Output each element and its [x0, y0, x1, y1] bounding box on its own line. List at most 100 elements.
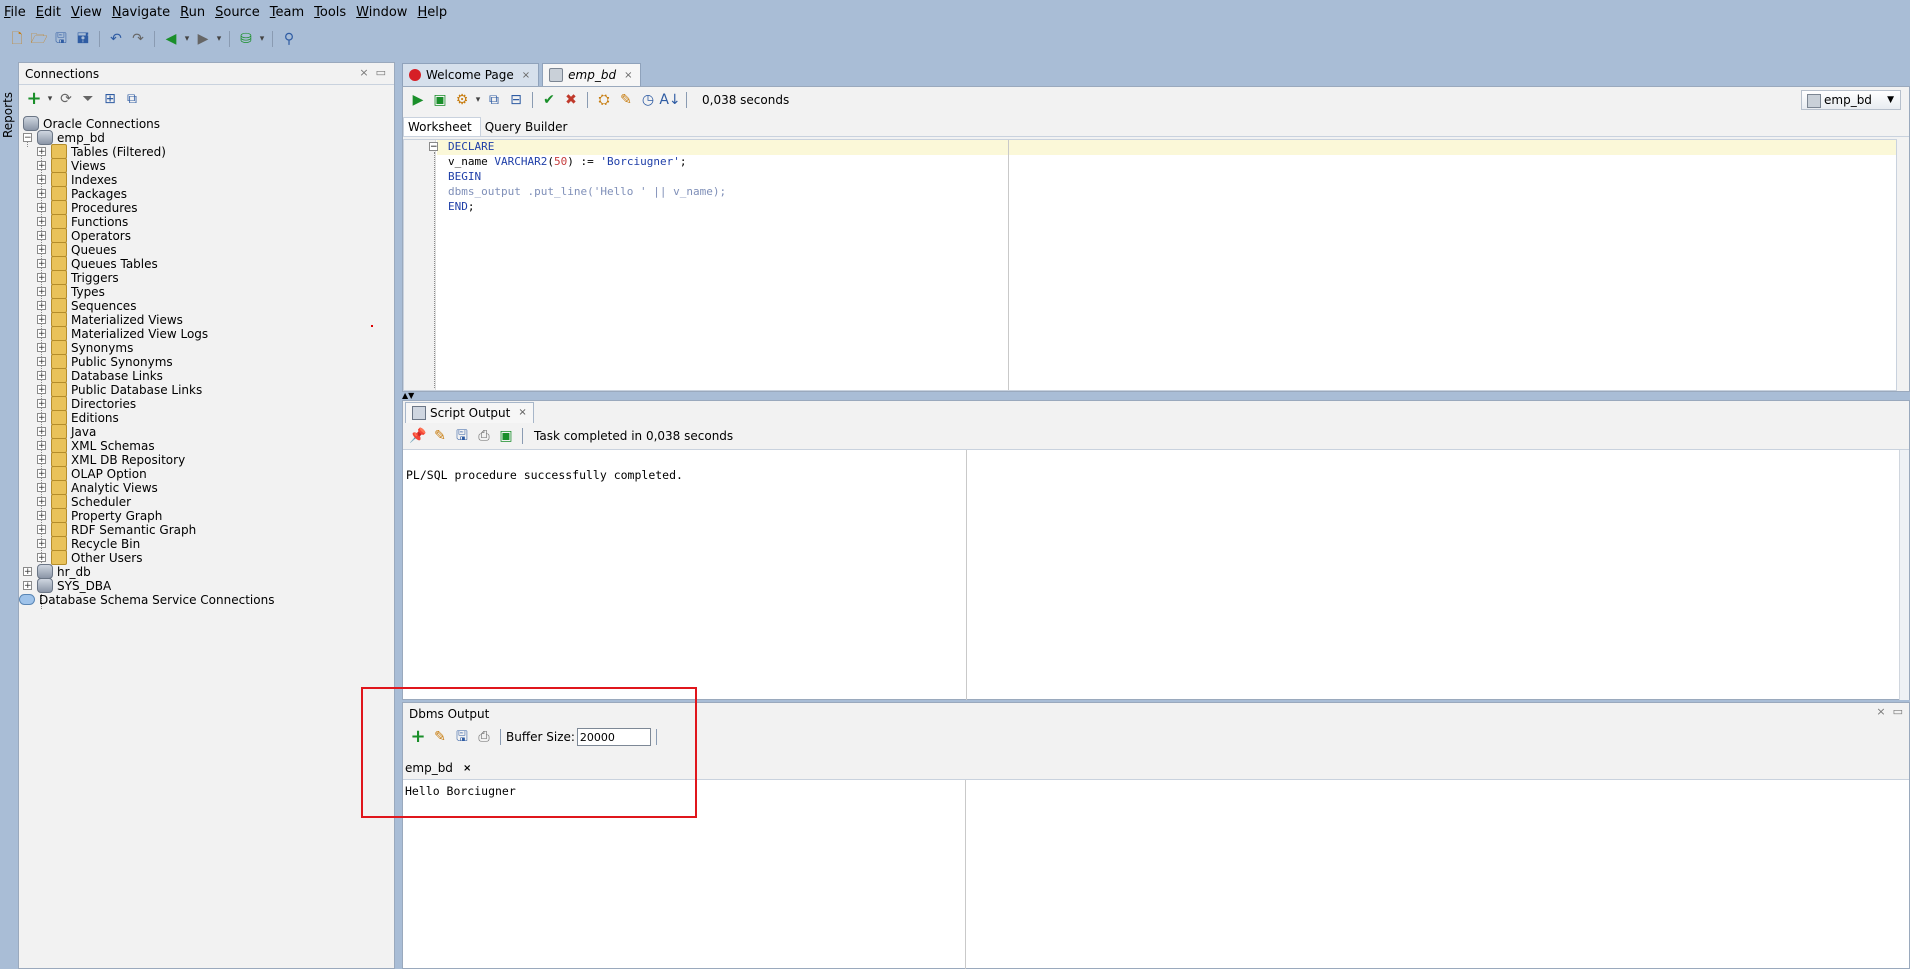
history-icon[interactable]: ◷: [637, 90, 659, 110]
expand-icon[interactable]: +: [37, 315, 46, 325]
expand-icon[interactable]: +: [37, 217, 46, 227]
panel-controls[interactable]: × ▭: [1876, 705, 1903, 718]
tab-emp-bd[interactable]: emp_bd ×: [542, 63, 642, 86]
expand-icon[interactable]: +: [37, 357, 46, 367]
undo-icon[interactable]: ↶: [105, 29, 127, 49]
menu-tools[interactable]: Tools: [310, 5, 352, 20]
close-icon[interactable]: ×: [522, 70, 530, 81]
eraser-icon[interactable]: ✎: [429, 426, 451, 446]
splitter-arrows-icon[interactable]: ▲▼: [402, 392, 432, 400]
expand-icon[interactable]: +: [37, 231, 46, 241]
save-icon[interactable]: 🖫: [451, 426, 473, 446]
to-upper-icon[interactable]: A↓: [659, 90, 681, 110]
expand-icon[interactable]: +: [37, 385, 46, 395]
expand-icon[interactable]: +: [37, 175, 46, 185]
clear-icon[interactable]: ✎: [615, 90, 637, 110]
expand-icon[interactable]: +: [37, 161, 46, 171]
sql-dropdown-icon[interactable]: ▾: [257, 34, 267, 44]
run-statement-icon[interactable]: ▶: [407, 90, 429, 110]
close-icon[interactable]: ×: [518, 407, 526, 418]
expand-icon[interactable]: +: [23, 567, 32, 577]
expand-icon[interactable]: +: [37, 539, 46, 549]
print-icon[interactable]: ⎙: [473, 426, 495, 446]
expand-icon[interactable]: +: [37, 245, 46, 255]
tab-label: emp_bd: [568, 68, 617, 82]
commit-icon[interactable]: ✔: [538, 90, 560, 110]
expand-icon[interactable]: +: [37, 259, 46, 269]
panel-controls[interactable]: × ▭: [359, 66, 386, 79]
collapse-all-icon[interactable]: ⧉: [121, 89, 143, 109]
menu-navigate[interactable]: Navigate: [108, 5, 176, 20]
script-output-area[interactable]: PL/SQL procedure successfully completed.: [403, 449, 1909, 700]
reports-tab[interactable]: Reports: [0, 80, 16, 150]
sql-worksheet-icon[interactable]: ⛁: [235, 29, 257, 49]
menu-file[interactable]: File: [0, 5, 32, 20]
tree-schema-service[interactable]: Database Schema Service Connections: [19, 591, 274, 608]
redo-icon[interactable]: ↷: [127, 29, 149, 49]
expand-icon[interactable]: +: [37, 413, 46, 423]
back-icon[interactable]: ◀: [160, 29, 182, 49]
menu-window[interactable]: Window: [352, 5, 413, 20]
autotrace-dropdown-icon[interactable]: ▾: [473, 95, 483, 105]
open-folder-icon[interactable]: 🗁: [28, 29, 50, 49]
menu-run[interactable]: Run: [176, 5, 211, 20]
connection-select[interactable]: emp_bd ▼: [1801, 90, 1901, 110]
pin-icon[interactable]: 📌: [407, 426, 429, 446]
forward-dropdown-icon[interactable]: ▾: [214, 34, 224, 44]
expand-icon[interactable]: +: [37, 511, 46, 521]
schema-browser-icon[interactable]: ⊞: [99, 89, 121, 109]
expand-icon[interactable]: +: [37, 455, 46, 465]
close-icon[interactable]: ×: [624, 70, 632, 81]
open-icon[interactable]: ▣: [495, 426, 517, 446]
tab-welcome-page[interactable]: Welcome Page ×: [402, 63, 540, 86]
menu-help[interactable]: Help: [413, 5, 453, 20]
expand-icon[interactable]: +: [37, 273, 46, 283]
expand-icon[interactable]: +: [37, 553, 46, 563]
add-connection-icon[interactable]: +: [23, 89, 45, 109]
expand-icon[interactable]: +: [37, 497, 46, 507]
tab-label: Welcome Page: [426, 68, 514, 82]
vertical-scrollbar[interactable]: [1899, 450, 1909, 700]
menu-view[interactable]: View: [67, 5, 108, 20]
explain-plan-icon[interactable]: ⧉: [483, 90, 505, 110]
save-icon[interactable]: 🖫: [50, 29, 72, 49]
code-line-3: BEGIN: [448, 170, 481, 185]
refresh-icon[interactable]: ⟳: [55, 89, 77, 109]
binoculars-icon[interactable]: ⚲: [278, 29, 300, 49]
autotrace-icon[interactable]: ⚙: [451, 90, 473, 110]
run-script-icon[interactable]: ▣: [429, 90, 451, 110]
expand-icon[interactable]: +: [37, 329, 46, 339]
expand-icon[interactable]: +: [37, 301, 46, 311]
menu-edit[interactable]: Edit: [32, 5, 67, 20]
tab-script-output[interactable]: Script Output ×: [405, 401, 534, 423]
back-dropdown-icon[interactable]: ▾: [182, 34, 192, 44]
filter-icon[interactable]: ⏷: [77, 89, 99, 109]
tab-worksheet[interactable]: Worksheet: [403, 117, 481, 136]
expand-icon[interactable]: +: [37, 203, 46, 213]
save-all-icon[interactable]: 🖬: [72, 29, 94, 49]
sql-tuning-icon[interactable]: ⊟: [505, 90, 527, 110]
expand-icon[interactable]: +: [37, 469, 46, 479]
expand-icon[interactable]: +: [37, 427, 46, 437]
expand-icon[interactable]: +: [37, 371, 46, 381]
forward-icon[interactable]: ▶: [192, 29, 214, 49]
menu-team[interactable]: Team: [266, 5, 310, 20]
expand-icon[interactable]: +: [37, 483, 46, 493]
code-editor[interactable]: − DECLARE v_name VARCHAR2(50) := 'Borciu…: [403, 139, 1897, 391]
expand-icon[interactable]: +: [37, 399, 46, 409]
expand-icon[interactable]: +: [37, 343, 46, 353]
expand-icon[interactable]: +: [37, 287, 46, 297]
add-dropdown-icon[interactable]: ▾: [45, 94, 55, 104]
menu-source[interactable]: Source: [211, 5, 266, 20]
expand-icon[interactable]: +: [37, 147, 46, 157]
fold-icon[interactable]: −: [429, 142, 438, 152]
expand-icon[interactable]: +: [37, 525, 46, 535]
unshared-sql-icon[interactable]: ⛭: [593, 90, 615, 110]
expand-icon[interactable]: +: [23, 581, 32, 591]
collapse-icon[interactable]: −: [23, 133, 32, 143]
new-file-icon[interactable]: 🗋: [6, 29, 28, 49]
tab-query-builder[interactable]: Query Builder: [481, 118, 576, 136]
expand-icon[interactable]: +: [37, 189, 46, 199]
rollback-icon[interactable]: ✖: [560, 90, 582, 110]
expand-icon[interactable]: +: [37, 441, 46, 451]
